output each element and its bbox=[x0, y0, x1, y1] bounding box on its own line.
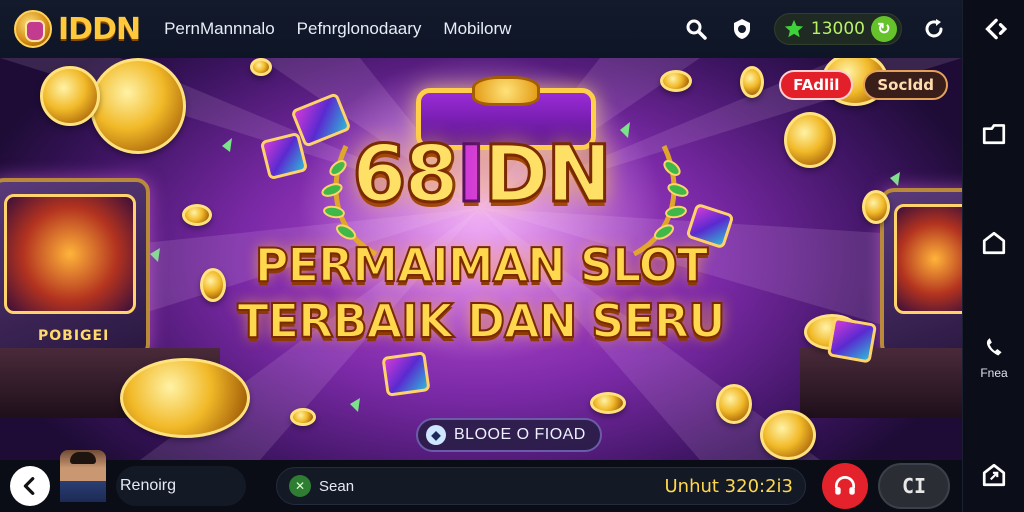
rail-share-button[interactable] bbox=[963, 16, 1024, 42]
logo-text: IDDN bbox=[58, 11, 141, 47]
rail-tab-button[interactable] bbox=[963, 120, 1024, 146]
hero-subtitle-line1: PERMAIMAN SLOT bbox=[254, 237, 709, 293]
hero-badges: FAdlil Socldd bbox=[779, 70, 948, 100]
bottom-bar: Renoirg ✕ Sean Unhut 320:2i3 CI bbox=[0, 450, 962, 512]
nav-link-pendaftaran[interactable]: Pefnrglonodaary bbox=[297, 19, 422, 39]
refresh-balance-icon[interactable]: ↻ bbox=[871, 16, 897, 42]
rail-support-button[interactable]: Fnea bbox=[963, 336, 1024, 380]
chevron-left-icon bbox=[23, 477, 35, 495]
hero-badge-dark[interactable]: Socldd bbox=[863, 70, 948, 100]
nav-link-permainan[interactable]: PernMannnalo bbox=[164, 19, 275, 39]
shield-icon bbox=[733, 19, 750, 39]
balance-chip[interactable]: 13000 ↻ bbox=[773, 13, 902, 45]
status-timer: Unhut 320:2i3 bbox=[664, 475, 793, 497]
logo-emblem-icon bbox=[14, 10, 52, 48]
exit-icon bbox=[982, 463, 1006, 487]
top-navbar: IDDN PernMannnalo Pefnrglonodaary Mobilo… bbox=[0, 0, 962, 58]
search-button[interactable] bbox=[682, 15, 710, 43]
status-label: Sean bbox=[319, 477, 355, 495]
search-icon bbox=[686, 19, 707, 40]
right-rail: Fnea bbox=[962, 0, 1024, 512]
brand-logo[interactable]: IDDN bbox=[14, 10, 141, 48]
topbar-actions: 13000 ↻ bbox=[682, 13, 948, 45]
user-name-pill[interactable]: Renoirg bbox=[116, 466, 246, 506]
menu-toggle-label: CI bbox=[901, 474, 927, 498]
promo-pill-text: BLOOE O FIOAD bbox=[454, 426, 586, 443]
hero-badge-red[interactable]: FAdlil bbox=[779, 70, 854, 100]
back-button[interactable] bbox=[10, 466, 50, 506]
reload-button[interactable] bbox=[920, 15, 948, 43]
rail-home-button[interactable] bbox=[963, 230, 1024, 256]
star-icon bbox=[784, 19, 804, 38]
security-button[interactable] bbox=[728, 15, 756, 43]
nav-link-mobile[interactable]: Mobilorw bbox=[443, 19, 511, 39]
chevron-share-icon bbox=[985, 18, 1007, 40]
support-icon bbox=[986, 338, 1002, 356]
tab-icon bbox=[982, 124, 1006, 145]
hero-subtitle-line2: TERBAIK DAN SERU bbox=[236, 293, 726, 349]
status-pill: ✕ Sean Unhut 320:2i3 bbox=[276, 467, 806, 505]
rail-support-label: Fnea bbox=[980, 366, 1008, 380]
user-name: Renoirg bbox=[120, 477, 177, 494]
hero-title: 68IDN bbox=[351, 129, 614, 222]
rail-exit-button[interactable] bbox=[963, 462, 1024, 488]
home-icon bbox=[982, 231, 1006, 255]
balance-amount: 13000 bbox=[810, 19, 865, 39]
diamond-icon: ◆ bbox=[426, 425, 446, 445]
check-icon: ✕ bbox=[289, 475, 311, 497]
hero-banner[interactable]: POBIGEI 68IDN PERMAIMAN SLOT TERBAIK DAN… bbox=[0, 58, 962, 460]
refresh-icon bbox=[925, 19, 943, 38]
promo-title-block: 68IDN PERMAIMAN SLOT TERBAIK DAN SERU bbox=[0, 58, 962, 460]
avatar[interactable] bbox=[60, 450, 106, 502]
promo-pill-button[interactable]: ◆ BLOOE O FIOAD bbox=[416, 418, 602, 452]
support-headset-button[interactable] bbox=[822, 463, 868, 509]
menu-toggle-button[interactable]: CI bbox=[878, 463, 950, 509]
ribbon-bow-icon bbox=[472, 76, 540, 106]
headset-icon bbox=[834, 475, 856, 495]
